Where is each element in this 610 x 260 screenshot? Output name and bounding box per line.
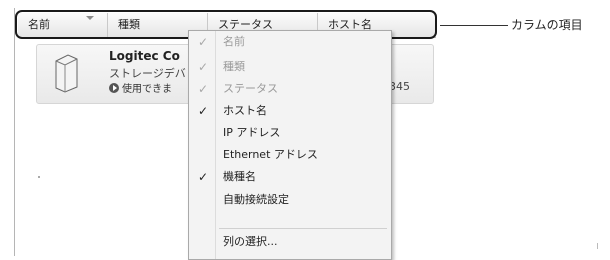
menu-item-ip-address[interactable]: IP アドレス <box>189 122 391 144</box>
storage-device-icon <box>55 54 78 93</box>
callout-line <box>440 25 508 26</box>
menu-item-choose-columns[interactable]: 列の選択... <box>189 231 391 253</box>
column-context-menu: ✓ 名前 ✓ 種類 ✓ ステータス ✓ ホスト名 IP アドレス Etherne… <box>188 30 392 260</box>
menu-item-choose-columns-label: 列の選択... <box>223 235 278 248</box>
check-icon: ✓ <box>197 60 209 74</box>
menu-item-type-label: 種類 <box>223 60 245 73</box>
menu-item-auto-connect[interactable]: 自動接続設定 <box>189 189 391 211</box>
menu-item-name-label: 名前 <box>223 35 245 48</box>
menu-item-status[interactable]: ✓ ステータス <box>189 78 391 100</box>
window-corner-mark <box>597 243 598 249</box>
device-hostname-partial: 345 <box>389 80 410 93</box>
device-status: 使用できま <box>109 80 172 95</box>
check-icon: ✓ <box>197 35 209 49</box>
menu-item-type[interactable]: ✓ 種類 <box>189 56 391 78</box>
stray-dot <box>38 176 40 178</box>
device-status-label: 使用できま <box>122 84 172 95</box>
play-icon <box>109 83 119 93</box>
check-icon: ✓ <box>197 82 209 96</box>
menu-item-auto-connect-label: 自動接続設定 <box>223 193 289 206</box>
menu-item-model-name-label: 機種名 <box>223 170 256 183</box>
check-icon: ✓ <box>197 104 209 118</box>
menu-item-model-name[interactable]: ✓ 機種名 <box>189 166 391 188</box>
menu-item-hostname-label: ホスト名 <box>223 104 267 117</box>
menu-item-name[interactable]: ✓ 名前 <box>189 31 391 53</box>
menu-item-ethernet-address-label: Ethernet アドレス <box>223 148 318 161</box>
device-name: Logitec Co <box>109 49 180 63</box>
menu-separator <box>219 228 387 229</box>
callout-label: カラムの項目 <box>511 18 583 32</box>
menu-item-status-label: ステータス <box>223 82 278 95</box>
device-type: ストレージデバ <box>109 67 186 80</box>
menu-item-ip-address-label: IP アドレス <box>223 126 281 139</box>
menu-item-ethernet-address[interactable]: Ethernet アドレス <box>189 144 391 166</box>
check-icon: ✓ <box>197 170 209 184</box>
menu-item-hostname[interactable]: ✓ ホスト名 <box>189 100 391 122</box>
